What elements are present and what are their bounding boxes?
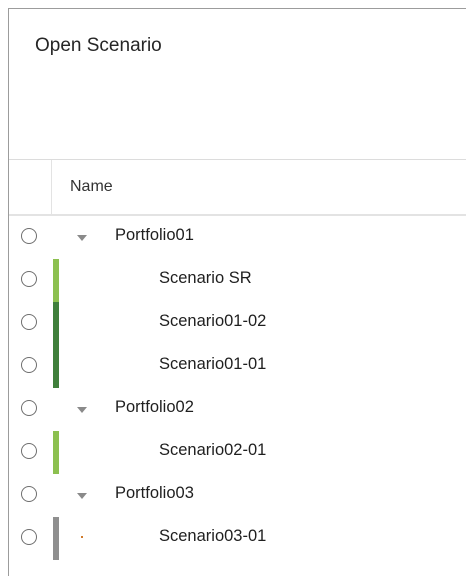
scenario-row[interactable]: Scenario02-01	[9, 431, 466, 474]
open-scenario-dialog: Open Scenario Name Portfolio01 Scenario S…	[8, 8, 466, 576]
portfolio-row[interactable]: Portfolio01	[9, 216, 466, 259]
radio-button[interactable]	[21, 486, 37, 502]
radio-button[interactable]	[21, 228, 37, 244]
table-body: Portfolio01 Scenario SR Scenario01-02 Scena…	[9, 216, 466, 560]
scenario-row[interactable]: Scenario01-01	[9, 345, 466, 388]
portfolio-name: Portfolio03	[115, 484, 194, 502]
selection-column-header	[9, 160, 52, 214]
radio-button[interactable]	[21, 271, 37, 287]
status-color-bar	[53, 302, 59, 345]
orange-dot-marker	[81, 536, 83, 538]
status-color-bar	[53, 345, 59, 388]
scenario-name: Scenario SR	[159, 269, 252, 287]
portfolio-name: Portfolio01	[115, 226, 194, 244]
scenario-row[interactable]: Scenario03-01	[9, 517, 466, 560]
radio-button[interactable]	[21, 529, 37, 545]
radio-button[interactable]	[21, 357, 37, 373]
scenario-name: Scenario02-01	[159, 441, 267, 459]
radio-button[interactable]	[21, 443, 37, 459]
expand-caret-icon[interactable]	[77, 493, 87, 499]
dialog-title: Open Scenario	[35, 35, 162, 56]
expand-caret-icon[interactable]	[77, 407, 87, 413]
scenario-name: Scenario01-01	[159, 355, 267, 373]
status-color-bar	[53, 517, 59, 560]
scenario-name: Scenario01-02	[159, 312, 267, 330]
scenario-table: Name Portfolio01 Scenario SR Scenario01-02…	[9, 159, 466, 560]
status-color-bar	[53, 431, 59, 474]
portfolio-row[interactable]: Portfolio03	[9, 474, 466, 517]
scenario-row[interactable]: Scenario SR	[9, 259, 466, 302]
scenario-name: Scenario03-01	[159, 527, 267, 545]
table-header: Name	[9, 159, 466, 216]
expand-caret-icon[interactable]	[77, 235, 87, 241]
radio-button[interactable]	[21, 314, 37, 330]
name-column-header[interactable]: Name	[70, 178, 113, 196]
portfolio-name: Portfolio02	[115, 398, 194, 416]
status-color-bar	[53, 259, 59, 302]
scenario-row[interactable]: Scenario01-02	[9, 302, 466, 345]
portfolio-row[interactable]: Portfolio02	[9, 388, 466, 431]
radio-button[interactable]	[21, 400, 37, 416]
